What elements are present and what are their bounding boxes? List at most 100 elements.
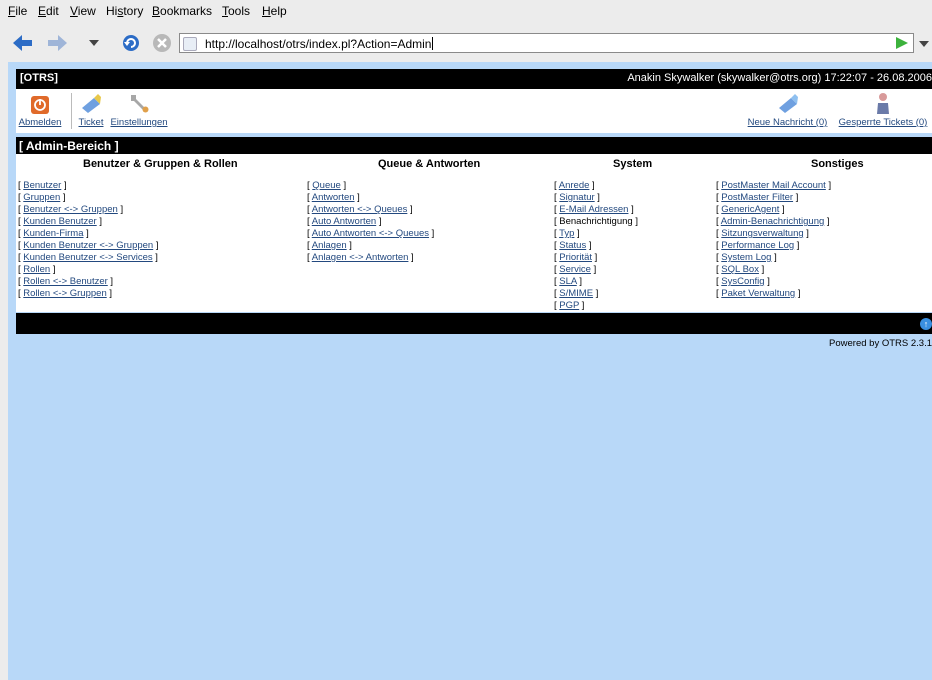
chevron-down-icon — [919, 41, 929, 47]
admin-link-row: [ E-Mail Adressen ] — [554, 204, 638, 216]
menu-file[interactable]: File — [8, 4, 27, 18]
admin-link-row: [ Anrede ] — [554, 180, 638, 192]
admin-link[interactable]: Anlagen <-> Antworten — [312, 252, 409, 263]
admin-link[interactable]: PostMaster Mail Account — [721, 180, 826, 191]
admin-link-row: [ Admin-Benachrichtigung ] — [716, 216, 831, 228]
bracket-close: ] — [117, 204, 124, 215]
ticket-item[interactable]: Ticket — [76, 92, 106, 128]
admin-link[interactable]: Priorität — [559, 252, 592, 263]
logout-link[interactable]: Abmelden — [16, 117, 64, 128]
menu-bookmarks[interactable]: Bookmarks — [152, 4, 212, 18]
admin-link[interactable]: Status — [559, 240, 586, 251]
admin-link[interactable]: Rollen <-> Gruppen — [23, 288, 106, 299]
menu-edit[interactable]: Edit — [38, 4, 59, 18]
bracket-close: ] — [579, 300, 585, 311]
admin-link-row: [ GenericAgent ] — [716, 204, 831, 216]
bracket-close: ] — [758, 264, 765, 275]
admin-link[interactable]: Paket Verwaltung — [721, 288, 795, 299]
url-dropdown-button[interactable] — [919, 36, 932, 52]
logout-icon — [31, 96, 49, 114]
new-message-icon — [778, 94, 798, 113]
admin-link[interactable]: Antworten — [312, 192, 355, 203]
admin-link[interactable]: Service — [559, 264, 591, 275]
ticket-link[interactable]: Ticket — [76, 117, 106, 128]
admin-link[interactable]: Kunden Benutzer <-> Services — [23, 252, 152, 263]
admin-link-row: [ Anlagen <-> Antworten ] — [307, 252, 434, 264]
column-header-queue-responses: Queue & Antworten — [378, 158, 481, 170]
bracket-close: ] — [764, 276, 770, 287]
admin-link[interactable]: E-Mail Adressen — [559, 204, 628, 215]
admin-link-row: [ Typ ] — [554, 228, 638, 240]
column-header-users-groups-roles: Benutzer & Gruppen & Rollen — [83, 158, 238, 170]
url-bar[interactable]: http://localhost/otrs/index.pl?Action=Ad… — [179, 33, 914, 53]
admin-link[interactable]: Benutzer <-> Gruppen — [23, 204, 118, 215]
admin-link-row: [ PostMaster Mail Account ] — [716, 180, 831, 192]
admin-link[interactable]: Gruppen — [23, 192, 60, 203]
menu-tools[interactable]: Tools — [222, 4, 250, 18]
admin-link[interactable]: Anrede — [559, 180, 590, 191]
page-icon — [183, 37, 197, 51]
admin-link[interactable]: Admin-Benachrichtigung — [721, 216, 825, 227]
admin-link[interactable]: SLA — [559, 276, 576, 287]
logout-item[interactable]: Abmelden — [16, 92, 64, 128]
admin-link[interactable]: Queue — [312, 180, 341, 191]
admin-link[interactable]: Performance Log — [721, 240, 794, 251]
back-button[interactable] — [12, 26, 34, 60]
admin-link[interactable]: Benutzer — [23, 180, 61, 191]
admin-link[interactable]: System Log — [721, 252, 771, 263]
powered-by: Powered by OTRS 2.3.1 — [829, 338, 932, 349]
admin-link[interactable]: PostMaster Filter — [721, 192, 793, 203]
locked-tickets-link[interactable]: Gesperrte Tickets (0) — [834, 117, 932, 128]
page-content: [OTRS] Anakin Skywalker (skywalker@otrs.… — [8, 62, 932, 680]
otrs-brand: [OTRS] — [20, 72, 58, 84]
admin-link[interactable]: Kunden Benutzer <-> Gruppen — [23, 240, 153, 251]
bracket-close: ] — [407, 204, 413, 215]
new-message-item[interactable]: Neue Nachricht (0) — [745, 92, 830, 128]
admin-link[interactable]: Sitzungsverwaltung — [721, 228, 803, 239]
admin-link[interactable]: Anlagen — [312, 240, 347, 251]
admin-link[interactable]: PGP — [559, 300, 579, 311]
new-message-link[interactable]: Neue Nachricht (0) — [745, 117, 830, 128]
bracket-close: ] — [60, 192, 66, 203]
menu-help[interactable]: Help — [262, 4, 287, 18]
ticket-icon — [82, 94, 101, 113]
admin-link[interactable]: Kunden-Firma — [23, 228, 83, 239]
reload-button[interactable] — [120, 26, 142, 60]
bracket-close: ] — [376, 216, 382, 227]
bracket-close: ] — [628, 204, 634, 215]
menu-view[interactable]: View — [70, 4, 96, 18]
history-dropdown-button[interactable] — [88, 26, 100, 60]
bracket-close: ] — [592, 252, 598, 263]
admin-link[interactable]: Rollen — [23, 264, 50, 275]
admin-link-row: [ Kunden-Firma ] — [18, 228, 159, 240]
admin-link-row: [ Rollen <-> Benutzer ] — [18, 276, 159, 288]
admin-link[interactable]: Auto Antworten — [312, 216, 376, 227]
admin-link[interactable]: Signatur — [559, 192, 594, 203]
settings-link[interactable]: Einstellungen — [108, 117, 170, 128]
admin-column-headers: Benutzer & Gruppen & Rollen Queue & Antw… — [16, 154, 932, 174]
admin-link[interactable]: S/MIME — [559, 288, 593, 299]
info-icon[interactable]: ↑ — [920, 318, 932, 330]
admin-link-row: [ Sitzungsverwaltung ] — [716, 228, 831, 240]
admin-link[interactable]: SysConfig — [721, 276, 764, 287]
bracket-close: ] — [153, 240, 159, 251]
admin-link[interactable]: Kunden Benutzer — [23, 216, 96, 227]
admin-link[interactable]: Auto Antworten <-> Queues — [312, 228, 429, 239]
go-arrow-icon — [896, 37, 908, 49]
admin-link[interactable]: Antworten <-> Queues — [312, 204, 408, 215]
bracket-close: ] — [354, 192, 360, 203]
stop-button[interactable] — [151, 26, 173, 60]
admin-link[interactable]: Typ — [559, 228, 574, 239]
admin-link[interactable]: SQL Box — [721, 264, 759, 275]
menu-history[interactable]: History — [106, 4, 143, 18]
forward-button[interactable] — [46, 26, 68, 60]
admin-link[interactable]: GenericAgent — [721, 204, 779, 215]
bracket-close: ] — [61, 180, 67, 191]
admin-link[interactable]: Rollen <-> Benutzer — [23, 276, 108, 287]
admin-link-row: [ Kunden Benutzer ] — [18, 216, 159, 228]
bracket-close: ] — [795, 288, 801, 299]
settings-item[interactable]: Einstellungen — [108, 92, 170, 128]
locked-tickets-item[interactable]: Gesperrte Tickets (0) — [834, 92, 932, 128]
go-button[interactable] — [895, 36, 909, 53]
bracket-close: ] — [152, 252, 158, 263]
